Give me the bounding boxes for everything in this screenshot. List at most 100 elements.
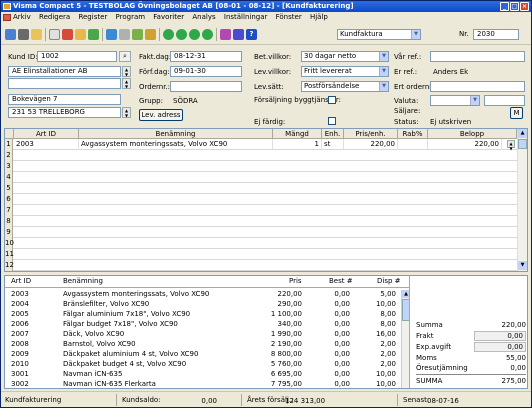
row-spinner[interactable]: ▲ ▼ — [507, 140, 515, 151]
table-row[interactable]: 3 — [5, 161, 517, 172]
menu-favoriter[interactable]: Favoriter — [153, 13, 184, 21]
col-header-benamning[interactable]: Benämning — [79, 129, 273, 139]
cell-rab[interactable] — [398, 139, 428, 150]
chevron-down-icon[interactable]: ▼ — [411, 30, 420, 39]
last-record-icon[interactable] — [202, 29, 213, 40]
faktdag-field[interactable]: 08-12-31 — [170, 51, 242, 62]
chevron-down-icon[interactable]: ▼ — [470, 96, 479, 105]
product-col-best[interactable]: Best # — [329, 276, 353, 287]
preview-icon[interactable] — [31, 29, 42, 40]
table-row[interactable]: 12 — [5, 260, 517, 271]
table-row[interactable]: 9 — [5, 227, 517, 238]
col-header-belopp[interactable]: Belopp — [428, 129, 517, 139]
scroll-up-icon[interactable]: ▲ — [518, 129, 527, 138]
next-record-icon[interactable] — [189, 29, 200, 40]
var-ref-field[interactable] — [430, 51, 525, 62]
address-line-spinner[interactable]: ▲ ▼ — [122, 78, 131, 89]
list-item[interactable]: 2005 Fälgar aluminium 7x18", Volvo XC90 … — [5, 310, 400, 319]
ej-fardig-checkbox[interactable] — [328, 117, 336, 125]
table-row[interactable]: 5 — [5, 183, 517, 194]
customer-address-line-field[interactable] — [8, 78, 121, 89]
ordernr-field[interactable] — [170, 81, 242, 92]
postal-spinner[interactable]: ▲ ▼ — [122, 107, 131, 118]
filter-icon[interactable] — [220, 29, 231, 40]
menu-arkiv[interactable]: Arkiv — [13, 13, 31, 21]
list-item[interactable]: 2009 Däckpaket aluminium 4 st, Volvo XC9… — [5, 350, 400, 359]
table-row[interactable]: 7 — [5, 205, 517, 216]
col-header-mangd[interactable]: Mängd — [273, 129, 322, 139]
paste-icon[interactable] — [88, 29, 99, 40]
print-icon[interactable] — [18, 29, 29, 40]
table-row[interactable]: 10 — [5, 238, 517, 249]
grid-scrollbar[interactable]: ▲ ▼ — [517, 129, 527, 271]
betvillkor-select[interactable]: 30 dagar netto ▼ — [301, 51, 389, 62]
menu-analys[interactable]: Analys — [192, 13, 215, 21]
lev-adress-button[interactable]: Lev. adress — [139, 109, 183, 121]
levvillkor-select[interactable]: Fritt levererat ▼ — [301, 66, 389, 77]
first-record-icon[interactable] — [163, 29, 174, 40]
folder-icon[interactable] — [145, 29, 156, 40]
invoice-number-field[interactable]: 2030 — [473, 29, 519, 40]
col-header-rab[interactable]: Rab% — [398, 129, 428, 139]
copy-icon[interactable] — [75, 29, 86, 40]
scroll-down-icon[interactable]: ▼ — [518, 261, 527, 270]
valuta-rate-field[interactable] — [484, 95, 525, 106]
cell-pris[interactable]: 220,00 — [344, 139, 398, 150]
save-icon[interactable] — [5, 29, 16, 40]
menu-installningar[interactable]: Inställningar — [224, 13, 268, 21]
calculator-icon[interactable] — [119, 29, 130, 40]
cell-enh[interactable]: st — [322, 139, 344, 150]
frakt-field[interactable]: 0,00 — [474, 331, 526, 341]
valuta-select[interactable]: ▼ — [430, 95, 480, 106]
delete-icon[interactable] — [62, 29, 73, 40]
forfdag-field[interactable]: 09-01-30 — [170, 66, 242, 77]
customer-name-spinner[interactable]: ▲ ▼ — [122, 66, 131, 77]
maximize-button[interactable]: □ — [510, 2, 519, 11]
close-button[interactable]: × — [520, 2, 529, 11]
table-row[interactable]: 8 — [5, 216, 517, 227]
minimize-button[interactable]: _ — [500, 2, 509, 11]
customer-street-field[interactable]: Bokevägen 7 — [8, 94, 121, 105]
product-col-art-id[interactable]: Art ID — [11, 276, 31, 287]
table-row[interactable]: 1 2003 Avgassystem monteringssats, Volvo… — [5, 139, 517, 151]
col-header-pris[interactable]: Pris/enh. — [344, 129, 398, 139]
col-header-art-id[interactable]: Art ID — [14, 129, 79, 139]
list-icon[interactable] — [106, 29, 117, 40]
product-col-benamning[interactable]: Benämning — [63, 276, 103, 287]
chevron-down-icon[interactable]: ▼ — [379, 52, 388, 61]
chevron-down-icon[interactable]: ▼ — [379, 82, 388, 91]
product-list-scrollbar[interactable]: ▲ — [401, 290, 409, 388]
list-item[interactable]: 2003 Avgassystem monteringssats, Volvo X… — [5, 290, 400, 299]
list-item[interactable]: 2007 Däck, Volvo XC90 1 990,00 0,00 16,0… — [5, 330, 400, 339]
search-icon[interactable] — [233, 29, 244, 40]
table-row[interactable]: 2 — [5, 150, 517, 161]
customer-id-field[interactable]: 1002 — [37, 51, 117, 62]
cell-art-id[interactable]: 2003 — [14, 139, 79, 150]
table-row[interactable]: 6 — [5, 194, 517, 205]
menu-hjalp[interactable]: Hjälp — [310, 13, 328, 21]
new-document-icon[interactable] — [49, 29, 60, 40]
list-item[interactable]: 2010 Däckpaket budget 4 st, Volvo XC90 5… — [5, 360, 400, 369]
forsaljning-byggtjanster-checkbox[interactable] — [328, 96, 336, 104]
list-item[interactable]: 3001 Navman iCN-635 6 695,00 0,00 10,00 — [5, 370, 400, 379]
col-header-enh[interactable]: Enh. — [322, 129, 344, 139]
levsatt-select[interactable]: Postförsändelse ▼ — [301, 81, 389, 92]
invoice-rows-grid[interactable]: Art ID Benämning Mängd Enh. Pris/enh. Ra… — [4, 128, 528, 272]
menu-fonster[interactable]: Fönster — [276, 13, 302, 21]
product-list[interactable]: Art ID Benämning Pris Best # Disp # 2003… — [5, 276, 410, 388]
customer-search-button[interactable]: ⌕ — [119, 51, 131, 62]
list-item[interactable]: 2008 Barnstol, Volvo XC90 2 190,00 0,00 … — [5, 340, 400, 349]
m-button[interactable]: M — [510, 107, 523, 119]
table-row[interactable]: 11 — [5, 249, 517, 260]
help-icon[interactable]: ? — [246, 29, 257, 40]
list-item[interactable]: 3002 Navman iCN-635 Flerkarta 7 795,00 0… — [5, 380, 400, 388]
chevron-down-icon[interactable]: ▼ — [379, 67, 388, 76]
menu-program[interactable]: Program — [116, 13, 146, 21]
list-item[interactable]: 2004 Bränslefilter, Volvo XC90 290,00 0,… — [5, 300, 400, 309]
expavgift-field[interactable]: 0,00 — [474, 342, 526, 352]
report-icon[interactable] — [132, 29, 143, 40]
scroll-up-icon[interactable]: ▲ — [402, 290, 409, 298]
list-item[interactable]: 2006 Fälgar budget 7x18", Volvo XC90 340… — [5, 320, 400, 329]
ert-ordernr-field[interactable] — [430, 81, 525, 92]
cell-mangd[interactable]: 1 — [273, 139, 322, 150]
